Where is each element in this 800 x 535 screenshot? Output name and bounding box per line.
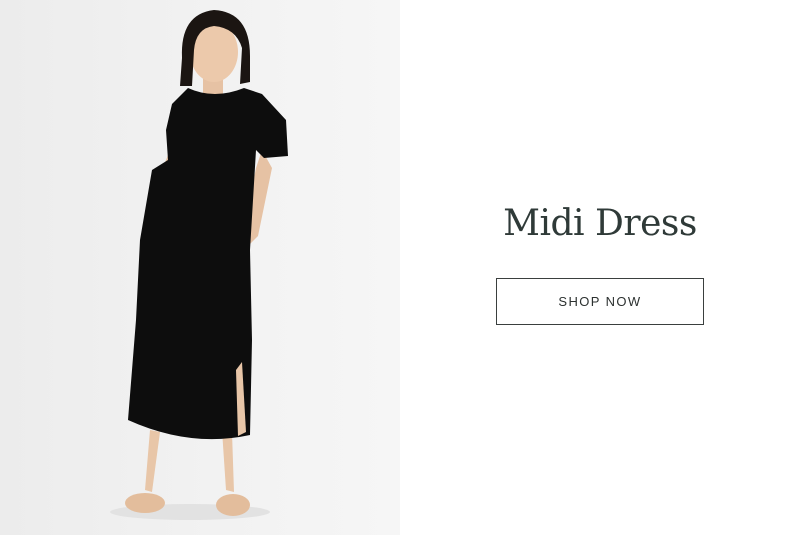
promo-copy: Midi Dress SHOP NOW <box>400 0 800 535</box>
model-in-dress-illustration <box>110 10 288 520</box>
promo-banner: Midi Dress SHOP NOW <box>0 0 800 535</box>
product-photo[interactable] <box>0 0 400 535</box>
shop-now-button[interactable]: SHOP NOW <box>496 278 704 325</box>
promo-title: Midi Dress <box>503 203 697 244</box>
